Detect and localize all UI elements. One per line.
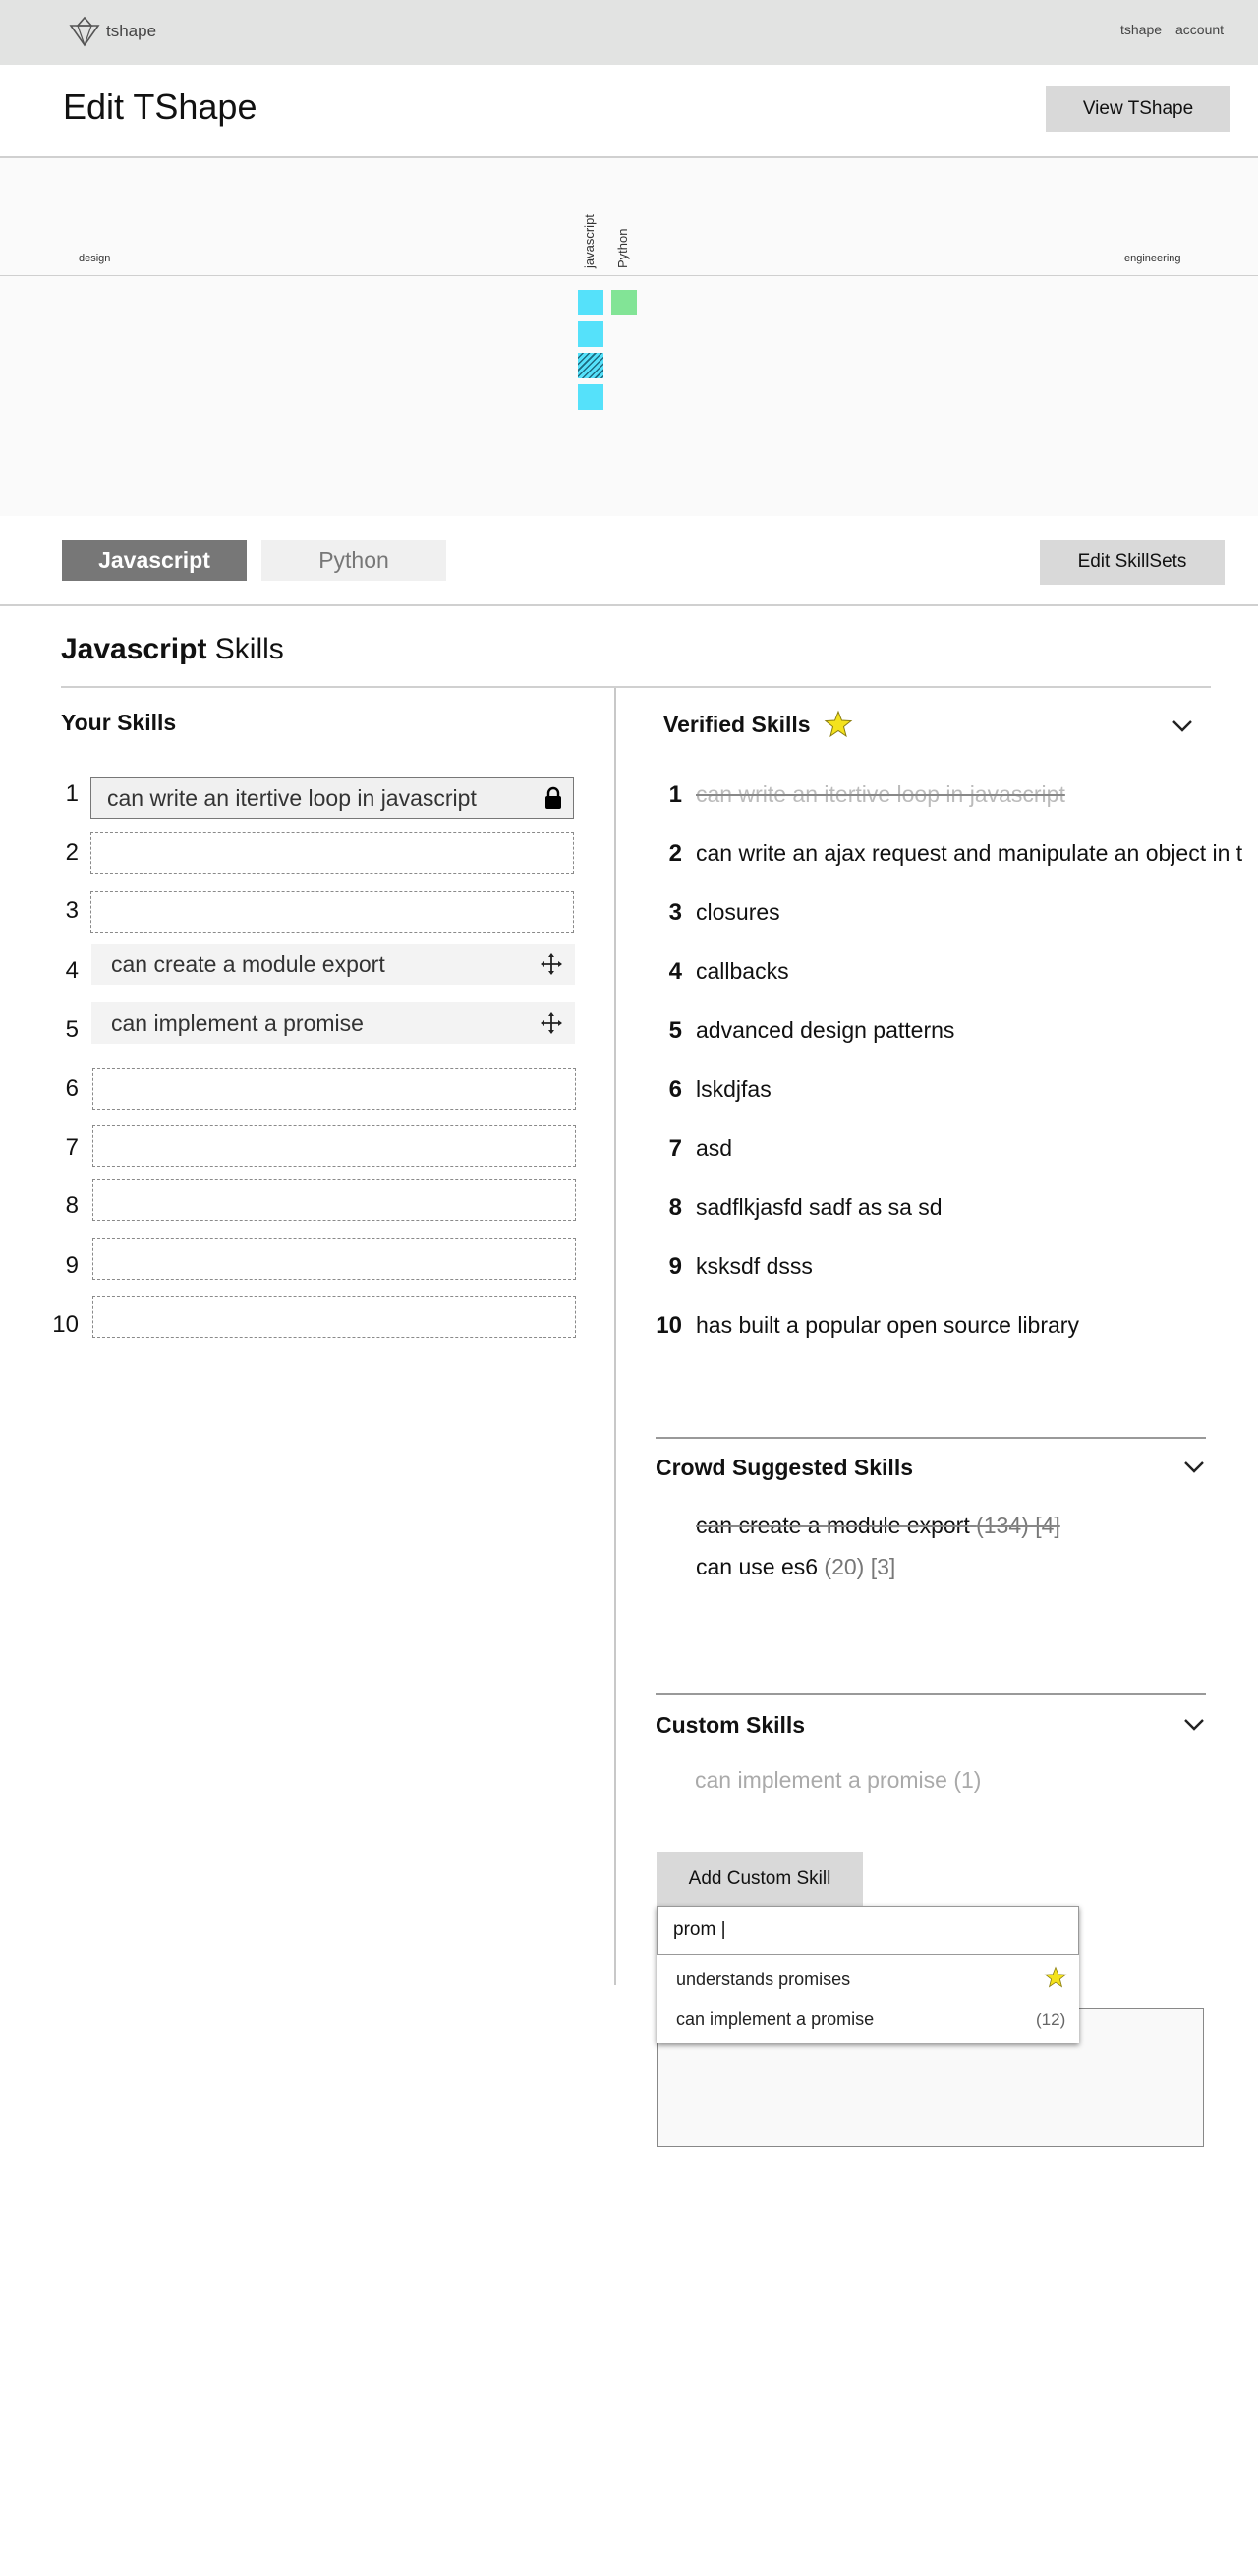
verified-skill-number: 5	[668, 1017, 682, 1044]
your-skill-slot-6[interactable]	[92, 1068, 576, 1110]
custom-skills-heading: Custom Skills	[656, 1712, 806, 1738]
tshape-cell-javascript-3[interactable]	[578, 353, 603, 378]
your-skill-number: 10	[52, 1311, 79, 1338]
chevron-down-icon[interactable]	[1183, 1460, 1205, 1474]
verified-skill-text[interactable]: ksksdf dsss	[696, 1253, 813, 1280]
tshape-logo-icon[interactable]	[69, 16, 100, 47]
add-custom-skill-button[interactable]: Add Custom Skill	[657, 1852, 863, 1907]
verified-skill-number: 10	[656, 1312, 682, 1339]
verified-skill-text[interactable]: advanced design patterns	[696, 1017, 954, 1044]
tab-javascript[interactable]: Javascript	[62, 540, 247, 581]
crowd-divider	[656, 1437, 1206, 1439]
your-skill-number: 4	[65, 957, 79, 984]
verified-skill-number: 1	[668, 781, 682, 808]
verified-skill-number: 9	[668, 1253, 682, 1280]
your-skill-number: 7	[65, 1134, 79, 1161]
your-skill-number: 1	[65, 780, 79, 807]
verified-skill-number: 6	[668, 1076, 682, 1103]
crowd-skill-item[interactable]: can create a module export (134) [4]	[696, 1513, 1060, 1539]
your-skill-slot-9[interactable]	[92, 1238, 576, 1280]
section-divider	[61, 686, 1211, 688]
section-title-skillset: Javascript	[61, 633, 207, 665]
custom-skill-autocomplete: prom | understands promises can implemen…	[657, 1906, 1079, 2043]
verified-skill-text[interactable]: closures	[696, 899, 780, 926]
chevron-down-icon[interactable]	[1172, 719, 1193, 733]
edit-skillsets-button[interactable]: Edit SkillSets	[1040, 540, 1225, 585]
autocomplete-option-count: (12)	[1036, 2010, 1066, 2029]
custom-skill-item[interactable]: can implement a promise (1)	[695, 1767, 981, 1794]
verified-skill-number: 3	[668, 899, 682, 926]
tshape-chart: design engineering javascript Python	[0, 158, 1258, 516]
crowd-skill-text: can use es6	[696, 1554, 819, 1579]
verified-skills-heading: Verified Skills	[663, 712, 811, 737]
star-icon	[1044, 1966, 1067, 1988]
brand-name[interactable]: tshape	[106, 22, 156, 41]
tshape-cell-javascript-4[interactable]	[578, 384, 603, 410]
crowd-skills-heading: Crowd Suggested Skills	[656, 1455, 913, 1480]
tabs-divider	[0, 604, 1258, 606]
verified-skill-text[interactable]: can write an ajax request and manipulate…	[696, 840, 1242, 867]
your-skill-text: can write an itertive loop in javascript	[107, 784, 477, 811]
crowd-skill-item[interactable]: can use es6 (20) [3]	[696, 1554, 895, 1580]
move-icon[interactable]	[540, 952, 563, 976]
your-skill-number: 8	[65, 1192, 79, 1219]
your-skill-number: 5	[65, 1016, 79, 1043]
your-skill-slot-1[interactable]: can write an itertive loop in javascript	[90, 777, 574, 819]
verified-skill-text[interactable]: callbacks	[696, 958, 789, 985]
your-skill-number: 9	[65, 1252, 79, 1279]
tshape-left-label: design	[79, 253, 111, 264]
nav-link-tshape[interactable]: tshape	[1120, 22, 1162, 37]
tshape-column-label-python: Python	[615, 228, 630, 268]
star-icon	[824, 710, 853, 738]
your-skill-text: can create a module export	[111, 950, 385, 977]
verified-skill-text[interactable]: sadflkjasfd sadf as sa sd	[696, 1194, 943, 1221]
nav-link-account[interactable]: account	[1175, 22, 1224, 37]
tshape-cell-python-1[interactable]	[611, 290, 637, 315]
your-skill-slot-4[interactable]: can create a module export	[91, 944, 575, 985]
your-skill-number: 6	[65, 1075, 79, 1102]
crowd-skill-text: can create a module export	[696, 1513, 970, 1538]
tshape-column-label-javascript: javascript	[582, 214, 597, 268]
your-skill-slot-5[interactable]: can implement a promise	[91, 1002, 575, 1044]
section-title: Javascript Skills	[61, 633, 284, 666]
section-title-suffix: Skills	[206, 633, 284, 665]
your-skill-number: 3	[65, 897, 79, 924]
autocomplete-option[interactable]: can implement a promise	[676, 2009, 874, 2030]
tshape-cell-javascript-1[interactable]	[578, 290, 603, 315]
tab-python[interactable]: Python	[261, 540, 446, 581]
verified-skill-text[interactable]: has built a popular open source library	[696, 1312, 1079, 1339]
your-skill-slot-3[interactable]	[90, 891, 574, 933]
tshape-right-label: engineering	[1124, 253, 1181, 264]
verified-skill-number: 2	[668, 840, 682, 867]
tshape-baseline	[0, 275, 1258, 276]
verified-skill-text[interactable]: can write an itertive loop in javascript	[696, 781, 1065, 808]
tshape-cell-javascript-2[interactable]	[578, 321, 603, 347]
your-skill-slot-10[interactable]	[92, 1296, 576, 1338]
top-nav: tshape tshape account	[0, 0, 1258, 65]
autocomplete-option[interactable]: understands promises	[676, 1970, 850, 1990]
chevron-down-icon[interactable]	[1183, 1718, 1205, 1732]
your-skills-heading: Your Skills	[61, 710, 177, 735]
your-skill-text: can implement a promise	[111, 1009, 364, 1036]
move-icon[interactable]	[540, 1011, 563, 1035]
your-skill-slot-8[interactable]	[92, 1179, 576, 1221]
column-divider	[614, 688, 616, 1985]
verified-skill-text[interactable]: lskdjfas	[696, 1076, 772, 1103]
view-tshape-button[interactable]: View TShape	[1046, 86, 1230, 132]
page-title: Edit TShape	[63, 86, 257, 127]
verified-skill-number: 8	[668, 1194, 682, 1221]
custom-divider	[656, 1693, 1206, 1695]
lock-icon[interactable]	[543, 786, 563, 810]
crowd-skill-counts: (134) [4]	[976, 1513, 1060, 1538]
custom-skill-search-input[interactable]: prom |	[657, 1906, 1079, 1955]
your-skill-slot-2[interactable]	[90, 832, 574, 874]
verified-skill-text[interactable]: asd	[696, 1135, 732, 1162]
your-skill-slot-7[interactable]	[92, 1125, 576, 1167]
crowd-skill-counts: (20) [3]	[824, 1554, 896, 1579]
verified-skill-number: 4	[668, 958, 682, 985]
verified-skill-number: 7	[668, 1135, 682, 1162]
your-skill-number: 2	[65, 839, 79, 866]
